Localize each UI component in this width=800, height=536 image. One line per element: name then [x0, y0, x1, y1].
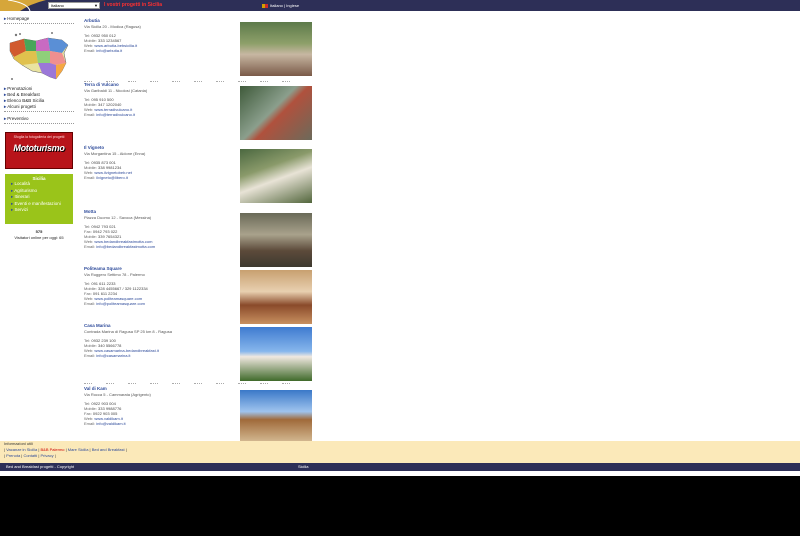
sicilia-menu-label: Località	[14, 181, 31, 186]
sicilia-menu-label: Eventi e manifestazioni	[14, 200, 61, 206]
counter-text: Visitatori online per oggi: 65	[14, 235, 64, 240]
contact-label: Email:	[84, 112, 96, 117]
flag-icon	[262, 3, 268, 8]
promo-banner[interactable]: Sfoglia la fotogalleria dei progetti Mot…	[5, 132, 73, 169]
listing-card: Casa Marina Contrada Marina di Ragusa SP …	[84, 323, 316, 381]
listing-card: Val di Kam Via Rocca 5 - Cammarata (Agrig…	[84, 386, 316, 444]
footer-link[interactable]: B&B Palermo	[40, 447, 64, 452]
listing-photo[interactable]	[240, 149, 312, 203]
contact-link[interactable]: info@terradivulcano.it	[96, 112, 135, 117]
page: Italiano ▼ I vostri progetti in Sicilia …	[0, 0, 800, 476]
sidebar-item-preventivo[interactable]: ▸Preventivo	[4, 116, 74, 122]
sidebar-item-progetti[interactable]: ▸Alcuni progetti	[4, 104, 74, 110]
sicilia-menu-label: Agriturismo	[14, 187, 38, 193]
footer-link[interactable]: Contatti	[23, 453, 37, 458]
bullet-icon: ▸	[4, 104, 7, 109]
bullet-icon: ▸	[4, 16, 7, 21]
sidebar-item-label: Bed & Breakfast	[7, 92, 40, 97]
contact-link[interactable]: info@bedandbreakfastmotta.com	[96, 244, 155, 249]
logo-swoosh-icon	[0, 0, 46, 11]
bottom-bar-center: Sicilia	[298, 464, 309, 469]
bullet-icon: ▸	[4, 86, 7, 91]
divider	[84, 380, 316, 384]
listing-card: Arbutia Via Sicilia 20 - Modica (Ragusa) T…	[84, 18, 316, 76]
footer-links-row: | Prenota | Contatti | Privacy |	[4, 453, 56, 458]
listing-photo[interactable]	[240, 86, 312, 140]
contact-link[interactable]: ilvigneto@libero.it	[96, 175, 128, 180]
footer-link[interactable]: Mare Sicilia	[68, 447, 89, 452]
sidebar-item-label: Elenco B&B Sicilia	[7, 98, 45, 103]
footer-link[interactable]: Vacanze in Sicilia	[6, 447, 37, 452]
listing-photo[interactable]	[240, 327, 312, 381]
contact-link[interactable]: info@valdikam.it	[96, 421, 125, 426]
listing-card: Politeama Square Via Ruggero Settimo 78 -…	[84, 266, 316, 324]
listing-photo[interactable]	[240, 22, 312, 76]
bullet-icon: ▸	[4, 98, 7, 103]
contact-label: Email:	[84, 175, 96, 180]
top-language-links[interactable]: Italiano | Inglese	[262, 2, 299, 9]
contact-link[interactable]: info@arbutia.it	[96, 48, 122, 53]
language-select[interactable]: Italiano ▼	[48, 2, 100, 9]
contact-label: Email:	[84, 48, 96, 53]
chevron-down-icon: ▼	[94, 3, 98, 8]
listing-photo[interactable]	[240, 213, 312, 267]
listing-card: Il Vigneto Via Morgantina 15 - Aidone (En…	[84, 145, 316, 203]
contact-label: Email:	[84, 353, 96, 358]
contact-link[interactable]: info@politeamasquare.com	[96, 301, 145, 306]
footer-link[interactable]: Privacy	[41, 453, 54, 458]
footer-link[interactable]: Bed and Breakfast	[92, 447, 125, 452]
footer: Informazioni utili | Vacanze in Sicilia …	[0, 441, 800, 463]
contact-label: Email:	[84, 301, 96, 306]
divider	[84, 78, 316, 82]
tagline: I vostri progetti in Sicilia	[104, 2, 163, 8]
listing-photo[interactable]	[240, 390, 312, 444]
top-links-text[interactable]: Italiano | Inglese	[270, 3, 299, 8]
bottom-bar: Bed and Breakfast progetti - Copyright S…	[0, 463, 800, 471]
listing-photo[interactable]	[240, 270, 312, 324]
promo-text: Sfoglia la fotogalleria dei progetti	[13, 135, 65, 139]
bullet-icon: ▸	[4, 116, 7, 121]
sidebar-item-label: Prenotazioni	[7, 86, 33, 91]
listing-card: Motta Piazza Duomo 12 - Savoca (Messina) T…	[84, 209, 316, 267]
promo-logo: Mototurismo	[13, 143, 65, 153]
sicilia-menu-label: Servizi	[14, 207, 29, 212]
sicily-map-icon[interactable]	[6, 29, 74, 89]
sidebar-homepage-link[interactable]: ▸Homepage	[4, 16, 74, 22]
sidebar-homepage-label: Homepage	[7, 16, 30, 21]
listing-card: Terra di Vulcano Via Garibaldi 11 - Nicol…	[84, 82, 316, 140]
divider	[4, 111, 74, 112]
visitor-counter: 575 Visitatori online per oggi: 65	[4, 229, 74, 241]
sicilia-menu-box: Sicilia ▸ Località ▸ Agriturismo ▸ Itine…	[5, 174, 73, 224]
divider	[4, 23, 74, 24]
contact-label: Email:	[84, 244, 96, 249]
divider	[4, 123, 74, 124]
copyright-text: Bed and Breakfast progetti - Copyright	[6, 464, 75, 469]
sicilia-menu-label: Itinerari	[14, 194, 30, 199]
contact-label: Email:	[84, 421, 96, 426]
sidebar: ▸Homepage ▸Prenotazioni ▸Bed & Breakfast…	[4, 16, 74, 240]
sidebar-item-label: Alcuni progetti	[7, 104, 36, 109]
contact-link[interactable]: info@casamarina.it	[96, 353, 130, 358]
sicilia-menu-item[interactable]: ▸ Servizi	[5, 207, 73, 214]
bullet-icon: ▸	[4, 92, 7, 97]
sidebar-item-label: Preventivo	[7, 116, 29, 121]
footer-link[interactable]: Prenota	[6, 453, 20, 458]
sidebar-list: ▸Prenotazioni ▸Bed & Breakfast ▸Elenco B…	[4, 86, 74, 125]
language-select-value: Italiano	[51, 3, 64, 8]
top-bar: Italiano ▼ I vostri progetti in Sicilia …	[0, 0, 800, 11]
